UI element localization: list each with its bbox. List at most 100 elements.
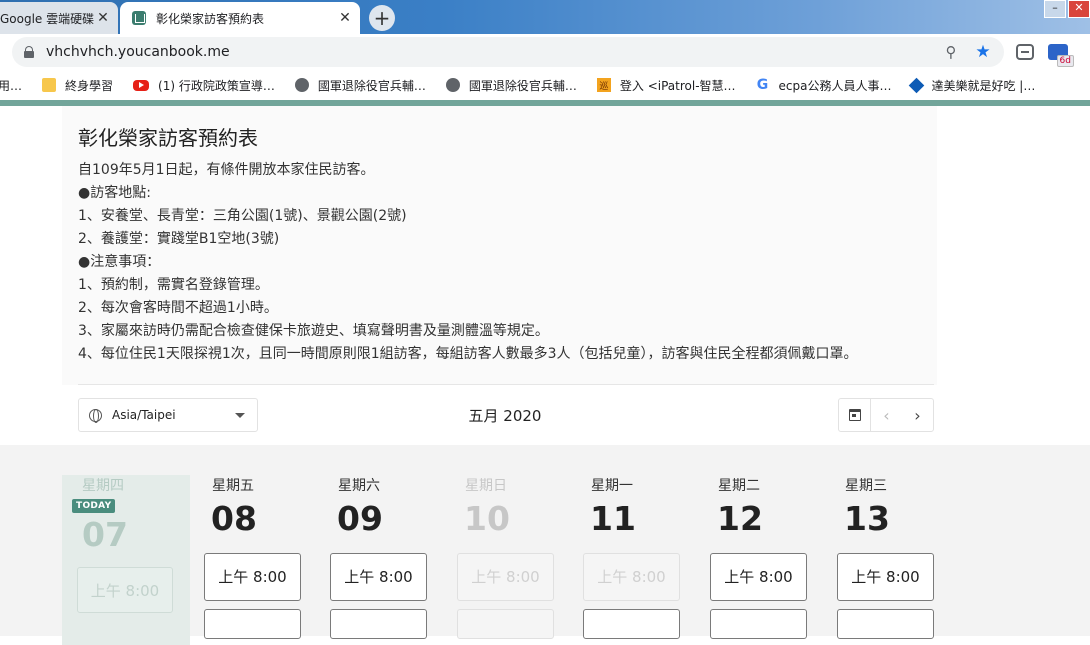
intro-line: 2、養護堂：實踐堂B1空地(3號) xyxy=(78,231,280,247)
minimize-button[interactable]: – xyxy=(1044,0,1066,18)
time-slot-button[interactable] xyxy=(837,609,934,639)
bookmark-label: ecpa公務人員人事… xyxy=(778,78,892,93)
time-slot-button[interactable]: 上午 8:00 xyxy=(204,553,301,601)
folder-icon xyxy=(42,78,57,92)
intro-line: 2、每次會客時間不超過1小時。 xyxy=(78,300,278,316)
extension-badge: 6d xyxy=(1056,55,1074,67)
google-icon: G xyxy=(756,77,769,93)
tab-title: 彰化榮家訪客預約表 xyxy=(156,11,265,26)
time-slot-button xyxy=(457,609,554,639)
url-text[interactable]: vhchvhch.youcanbook.me xyxy=(46,44,940,60)
booking-page: 彰化榮家訪客預約表 自109年5月1日起，有條件開放本家住民訪客。 ●訪客地點:… xyxy=(0,106,1090,645)
lock-icon[interactable] xyxy=(24,46,34,58)
weekday-label: 星期五 xyxy=(212,478,254,494)
calendar-picker-button[interactable] xyxy=(839,399,871,431)
month-label: 五月 2020 xyxy=(468,407,542,425)
dominos-icon xyxy=(909,77,925,93)
time-slot-button: 上午 8:00 xyxy=(77,567,173,613)
day-column-today: 星期四 TODAY 07 上午 8:00 xyxy=(62,475,190,613)
bookmark-item[interactable]: G ecpa公務人員人事… xyxy=(756,77,892,94)
day-column: 星期三 13 上午 8:00 xyxy=(837,475,945,639)
weekday-label: 星期一 xyxy=(591,478,633,494)
timezone-value: Asia/Taipei xyxy=(112,408,176,422)
date-number: 07 xyxy=(82,515,128,554)
globe-icon xyxy=(294,78,309,92)
date-number: 09 xyxy=(337,499,383,538)
time-slot-button[interactable] xyxy=(583,609,680,639)
bookmark-label: 登入 <iPatrol-智慧… xyxy=(619,78,736,93)
bookmark-item[interactable]: 巡 登入 <iPatrol-智慧… xyxy=(596,77,736,94)
weekday-label: 星期三 xyxy=(845,478,887,494)
browser-toolbar: vhchvhch.youcanbook.me ⚲ ★ 6d xyxy=(0,34,1090,70)
bookmark-label: 達美樂就是好吃 |… xyxy=(931,78,1036,93)
tab-title: Google 雲端硬碟 xyxy=(0,11,94,26)
calendar-icon xyxy=(848,409,861,421)
zoom-icon[interactable]: ⚲ xyxy=(940,41,962,63)
window-close-button[interactable]: ✕ xyxy=(1068,0,1090,18)
bookmark-item[interactable]: 達美樂就是好吃 |… xyxy=(909,77,1036,94)
time-slot-button: 上午 8:00 xyxy=(583,553,680,601)
address-bar[interactable]: vhchvhch.youcanbook.me ⚲ ★ xyxy=(12,37,1004,67)
close-icon[interactable]: ✕ xyxy=(94,9,112,27)
date-number: 08 xyxy=(211,499,257,538)
new-tab-button[interactable]: + xyxy=(369,5,395,31)
bookmark-label: 國軍退除役官兵輔… xyxy=(317,78,426,93)
time-slot-button: 上午 8:00 xyxy=(457,553,554,601)
tab-google-drive[interactable]: Google 雲端硬碟 ✕ xyxy=(0,2,118,34)
date-number: 13 xyxy=(844,499,890,538)
window-controls: – ✕ xyxy=(1042,0,1090,18)
date-number: 12 xyxy=(717,499,763,538)
close-icon[interactable]: ✕ xyxy=(336,9,354,27)
time-slot-button[interactable]: 上午 8:00 xyxy=(837,553,934,601)
bookmark-item[interactable]: 國軍退除役官兵輔… xyxy=(294,77,426,94)
intro-line: 4、每位住民1天限探視1次，且同一時間原則限1組訪客，每組訪客人數最多3人（包括… xyxy=(78,346,858,362)
time-slot-button[interactable]: 上午 8:00 xyxy=(330,553,427,601)
date-number: 11 xyxy=(590,499,636,538)
bookmark-label: (1) 行政院政策宣導… xyxy=(158,78,275,93)
time-slot-button[interactable]: 上午 8:00 xyxy=(710,553,807,601)
tab-booking-form[interactable]: 彰化榮家訪客預約表 ✕ xyxy=(120,2,360,34)
day-column: 星期六 09 上午 8:00 xyxy=(330,475,438,639)
bookmarks-bar: 用… 終身學習 (1) 行政院政策宣導… 國軍退除役官兵輔… 國軍退除役官兵輔…… xyxy=(0,70,1090,100)
bookmark-star-icon[interactable]: ★ xyxy=(972,41,994,63)
calendar-nav-buttons: ‹ › xyxy=(838,398,934,432)
next-week-button[interactable]: › xyxy=(902,399,933,431)
intro-line: ●注意事項： xyxy=(78,254,161,270)
day-column: 星期一 11 上午 8:00 xyxy=(583,475,691,639)
bookmark-item[interactable]: 用… xyxy=(0,77,22,94)
intro-line: 1、安養堂、長青堂：三角公園(1號)、景觀公園(2號) xyxy=(78,208,407,224)
timezone-select[interactable]: Asia/Taipei xyxy=(78,398,258,432)
bookmark-label: 終身學習 xyxy=(65,78,114,93)
day-column: 星期五 08 上午 8:00 xyxy=(204,475,312,639)
intro-line: 自109年5月1日起，有條件開放本家住民訪客。 xyxy=(78,162,375,178)
intro-line: 1、預約制，需實名登錄管理。 xyxy=(78,277,269,293)
date-number: 10 xyxy=(464,499,510,538)
page-title: 彰化榮家訪客預約表 xyxy=(78,126,258,150)
extension-chat-icon[interactable] xyxy=(1016,44,1034,60)
calendar-nav: Asia/Taipei 五月 2020 ‹ › xyxy=(0,385,1090,445)
day-column: 星期日 10 上午 8:00 xyxy=(457,475,565,639)
bookmark-item[interactable]: 終身學習 xyxy=(42,77,113,94)
intro-line: 3、家屬來訪時仍需配合檢查健保卡旅遊史、填寫聲明書及量測體溫等規定。 xyxy=(78,323,549,339)
weekday-label: 星期日 xyxy=(465,478,507,494)
weekday-label: 星期四 xyxy=(82,478,124,494)
previous-week-button[interactable]: ‹ xyxy=(871,399,902,431)
weekday-label: 星期六 xyxy=(338,478,380,494)
bookmark-label: 用… xyxy=(0,78,23,93)
patrol-icon: 巡 xyxy=(596,78,611,92)
bookmark-item[interactable]: (1) 行政院政策宣導… xyxy=(133,77,275,94)
time-slot-button[interactable] xyxy=(204,609,301,639)
intro-panel: 彰化榮家訪客預約表 自109年5月1日起，有條件開放本家住民訪客。 ●訪客地點:… xyxy=(62,106,937,385)
bookmark-label: 國軍退除役官兵輔… xyxy=(468,78,577,93)
weekday-label: 星期二 xyxy=(718,478,760,494)
youcanbook-favicon-icon xyxy=(132,11,146,25)
youtube-icon xyxy=(133,79,150,91)
bookmark-item[interactable]: 國軍退除役官兵輔… xyxy=(445,77,577,94)
tab-strip: Google 雲端硬碟 ✕ 彰化榮家訪客預約表 ✕ + – ✕ xyxy=(0,0,1090,34)
time-slot-button[interactable] xyxy=(710,609,807,639)
today-badge: TODAY xyxy=(72,499,116,513)
intro-line: ●訪客地點: xyxy=(78,185,151,201)
chevron-down-icon xyxy=(235,413,245,418)
time-slot-button[interactable] xyxy=(330,609,427,639)
extension-icon[interactable]: 6d xyxy=(1048,44,1074,67)
